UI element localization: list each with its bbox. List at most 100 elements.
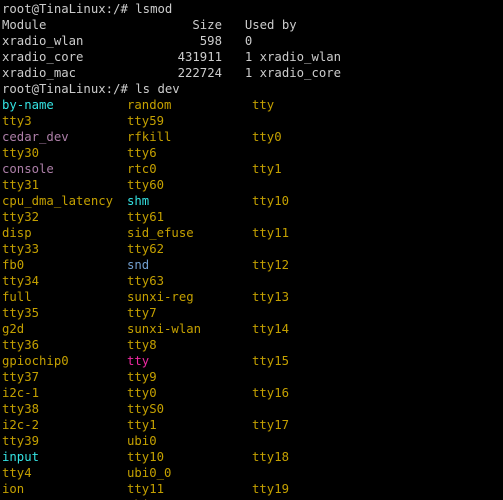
- ls-entry: ubi0: [127, 434, 252, 450]
- ls-entry: tty35: [2, 306, 127, 322]
- ls-entry: tty10: [252, 194, 377, 210]
- ls-entry: tty34: [2, 274, 127, 290]
- ls-entry: tty7: [127, 306, 252, 322]
- ls-entry: cedar_dev: [2, 130, 127, 146]
- lsmod-module: xradio_wlan: [2, 34, 142, 50]
- ls-entry: tty1: [252, 162, 377, 178]
- ls-entry: fb0: [2, 258, 127, 274]
- prompt-line-2: root@TinaLinux:/# ls dev: [2, 82, 501, 98]
- ls-entry: g2d: [2, 322, 127, 338]
- ls-entry: by-name: [2, 98, 127, 114]
- prompt-1: root@TinaLinux:/#: [2, 2, 135, 16]
- ls-row: dispsid_efusetty11 tty33tty62: [2, 226, 501, 258]
- lsmod-header: ModuleSize Used by: [2, 18, 501, 34]
- lsmod-row: xradio_core431911 1 xradio_wlan: [2, 50, 501, 66]
- ls-entry: i2c-2: [2, 418, 127, 434]
- ls-row: g2dsunxi-wlantty14 tty36tty8: [2, 322, 501, 354]
- lsmod-hdr-size: Size: [142, 18, 230, 34]
- ls-entry: tty11: [252, 226, 377, 242]
- ls-entry: tty12: [252, 258, 377, 274]
- ls-row: by-namerandomtty tty3tty59: [2, 98, 501, 130]
- ls-row: gpiochip0ttytty15 tty37tty9: [2, 354, 501, 386]
- ls-entry: sunxi-wlan: [127, 322, 252, 338]
- lsmod-output: ModuleSize Used by xradio_wlan598 0xradi…: [2, 18, 501, 82]
- ls-entry: sunxi-reg: [127, 290, 252, 306]
- lsmod-usedby: 1 xradio_core: [245, 66, 341, 82]
- ls-entry: tty59: [127, 114, 252, 130]
- ls-entry: tty19: [252, 482, 377, 498]
- ls-entry: ubi0_0: [127, 466, 252, 482]
- ls-entry: tty0: [252, 130, 377, 146]
- ls-entry: tty0: [127, 386, 252, 402]
- ls-entry: snd: [127, 258, 252, 274]
- ls-row: iontty11tty19tty40ubi0_1: [2, 482, 501, 500]
- ls-entry: tty10: [127, 450, 252, 466]
- ls-entry: tty6: [127, 146, 252, 162]
- ls-entry: sid_efuse: [127, 226, 252, 242]
- ls-row: fullsunxi-regtty13 tty35tty7: [2, 290, 501, 322]
- ls-entry: ion: [2, 482, 127, 498]
- ls-entry: tty4: [2, 466, 127, 482]
- lsmod-size: 598: [142, 34, 230, 50]
- ls-entry: tty33: [2, 242, 127, 258]
- ls-entry: disp: [2, 226, 127, 242]
- ls-entry: random: [127, 98, 252, 114]
- terminal[interactable]: root@TinaLinux:/# lsmod ModuleSize Used …: [0, 0, 503, 500]
- ls-entry: tty: [252, 98, 377, 114]
- lsmod-module: xradio_core: [2, 50, 142, 66]
- lsmod-size: 431911: [142, 50, 230, 66]
- ls-row: cedar_devrfkilltty0 tty30tty6: [2, 130, 501, 162]
- ls-entry: tty: [127, 354, 252, 370]
- ls-entry: tty15: [252, 354, 377, 370]
- ls-entry: tty31: [2, 178, 127, 194]
- ls-entry: tty39: [2, 434, 127, 450]
- ls-entry: tty63: [127, 274, 252, 290]
- command-lsmod: lsmod: [135, 2, 172, 16]
- ls-entry: tty16: [252, 386, 377, 402]
- ls-entry: full: [2, 290, 127, 306]
- ls-entry: tty8: [127, 338, 252, 354]
- command-lsdev: ls dev: [135, 82, 179, 96]
- ls-entry: tty36: [2, 338, 127, 354]
- ls-entry: tty9: [127, 370, 252, 386]
- ls-row: i2c-1tty0tty16tty38ttyS0: [2, 386, 501, 418]
- ls-entry: input: [2, 450, 127, 466]
- ls-row: consolertc0tty1 tty31tty60: [2, 162, 501, 194]
- ls-entry: tty30: [2, 146, 127, 162]
- lsmod-row: xradio_mac222724 1 xradio_core: [2, 66, 501, 82]
- lsmod-usedby: 0: [245, 34, 252, 50]
- ls-entry: tty1: [127, 418, 252, 434]
- lsmod-size: 222724: [142, 66, 230, 82]
- ls-row: fb0sndtty12 tty34tty63: [2, 258, 501, 290]
- ls-entry: tty18: [252, 450, 377, 466]
- ls-entry: rfkill: [127, 130, 252, 146]
- ls-entry: cpu_dma_latency: [2, 194, 127, 210]
- ls-entry: tty32: [2, 210, 127, 226]
- ls-entry: tty14: [252, 322, 377, 338]
- ls-entry: tty11: [127, 482, 252, 498]
- ls-entry: tty38: [2, 402, 127, 418]
- ls-entry: tty3: [2, 114, 127, 130]
- ls-entry: tty60: [127, 178, 252, 194]
- ls-row: cpu_dma_latencyshmtty10 tty32tty61: [2, 194, 501, 226]
- ls-entry: tty17: [252, 418, 377, 434]
- ls-row: inputtty10tty18 tty4ubi0_0: [2, 450, 501, 482]
- lsmod-hdr-used: Used by: [245, 18, 297, 34]
- lsmod-module: xradio_mac: [2, 66, 142, 82]
- ls-row: i2c-2tty1tty17 tty39ubi0: [2, 418, 501, 450]
- ls-entry: ttyS0: [127, 402, 252, 418]
- ls-entry: tty37: [2, 370, 127, 386]
- ls-entry: shm: [127, 194, 252, 210]
- ls-entry: tty61: [127, 210, 252, 226]
- lsmod-row: xradio_wlan598 0: [2, 34, 501, 50]
- ls-entry: rtc0: [127, 162, 252, 178]
- ls-entry: tty13: [252, 290, 377, 306]
- lsmod-hdr-module: Module: [2, 18, 142, 34]
- ls-entry: gpiochip0: [2, 354, 127, 370]
- lsdev-output: by-namerandomttytty3tty59cedar_devrfkill…: [2, 98, 501, 500]
- lsmod-usedby: 1 xradio_wlan: [245, 50, 341, 66]
- ls-entry: console: [2, 162, 127, 178]
- ls-entry: tty62: [127, 242, 252, 258]
- prompt-2: root@TinaLinux:/#: [2, 82, 135, 96]
- prompt-line-1: root@TinaLinux:/# lsmod: [2, 2, 501, 18]
